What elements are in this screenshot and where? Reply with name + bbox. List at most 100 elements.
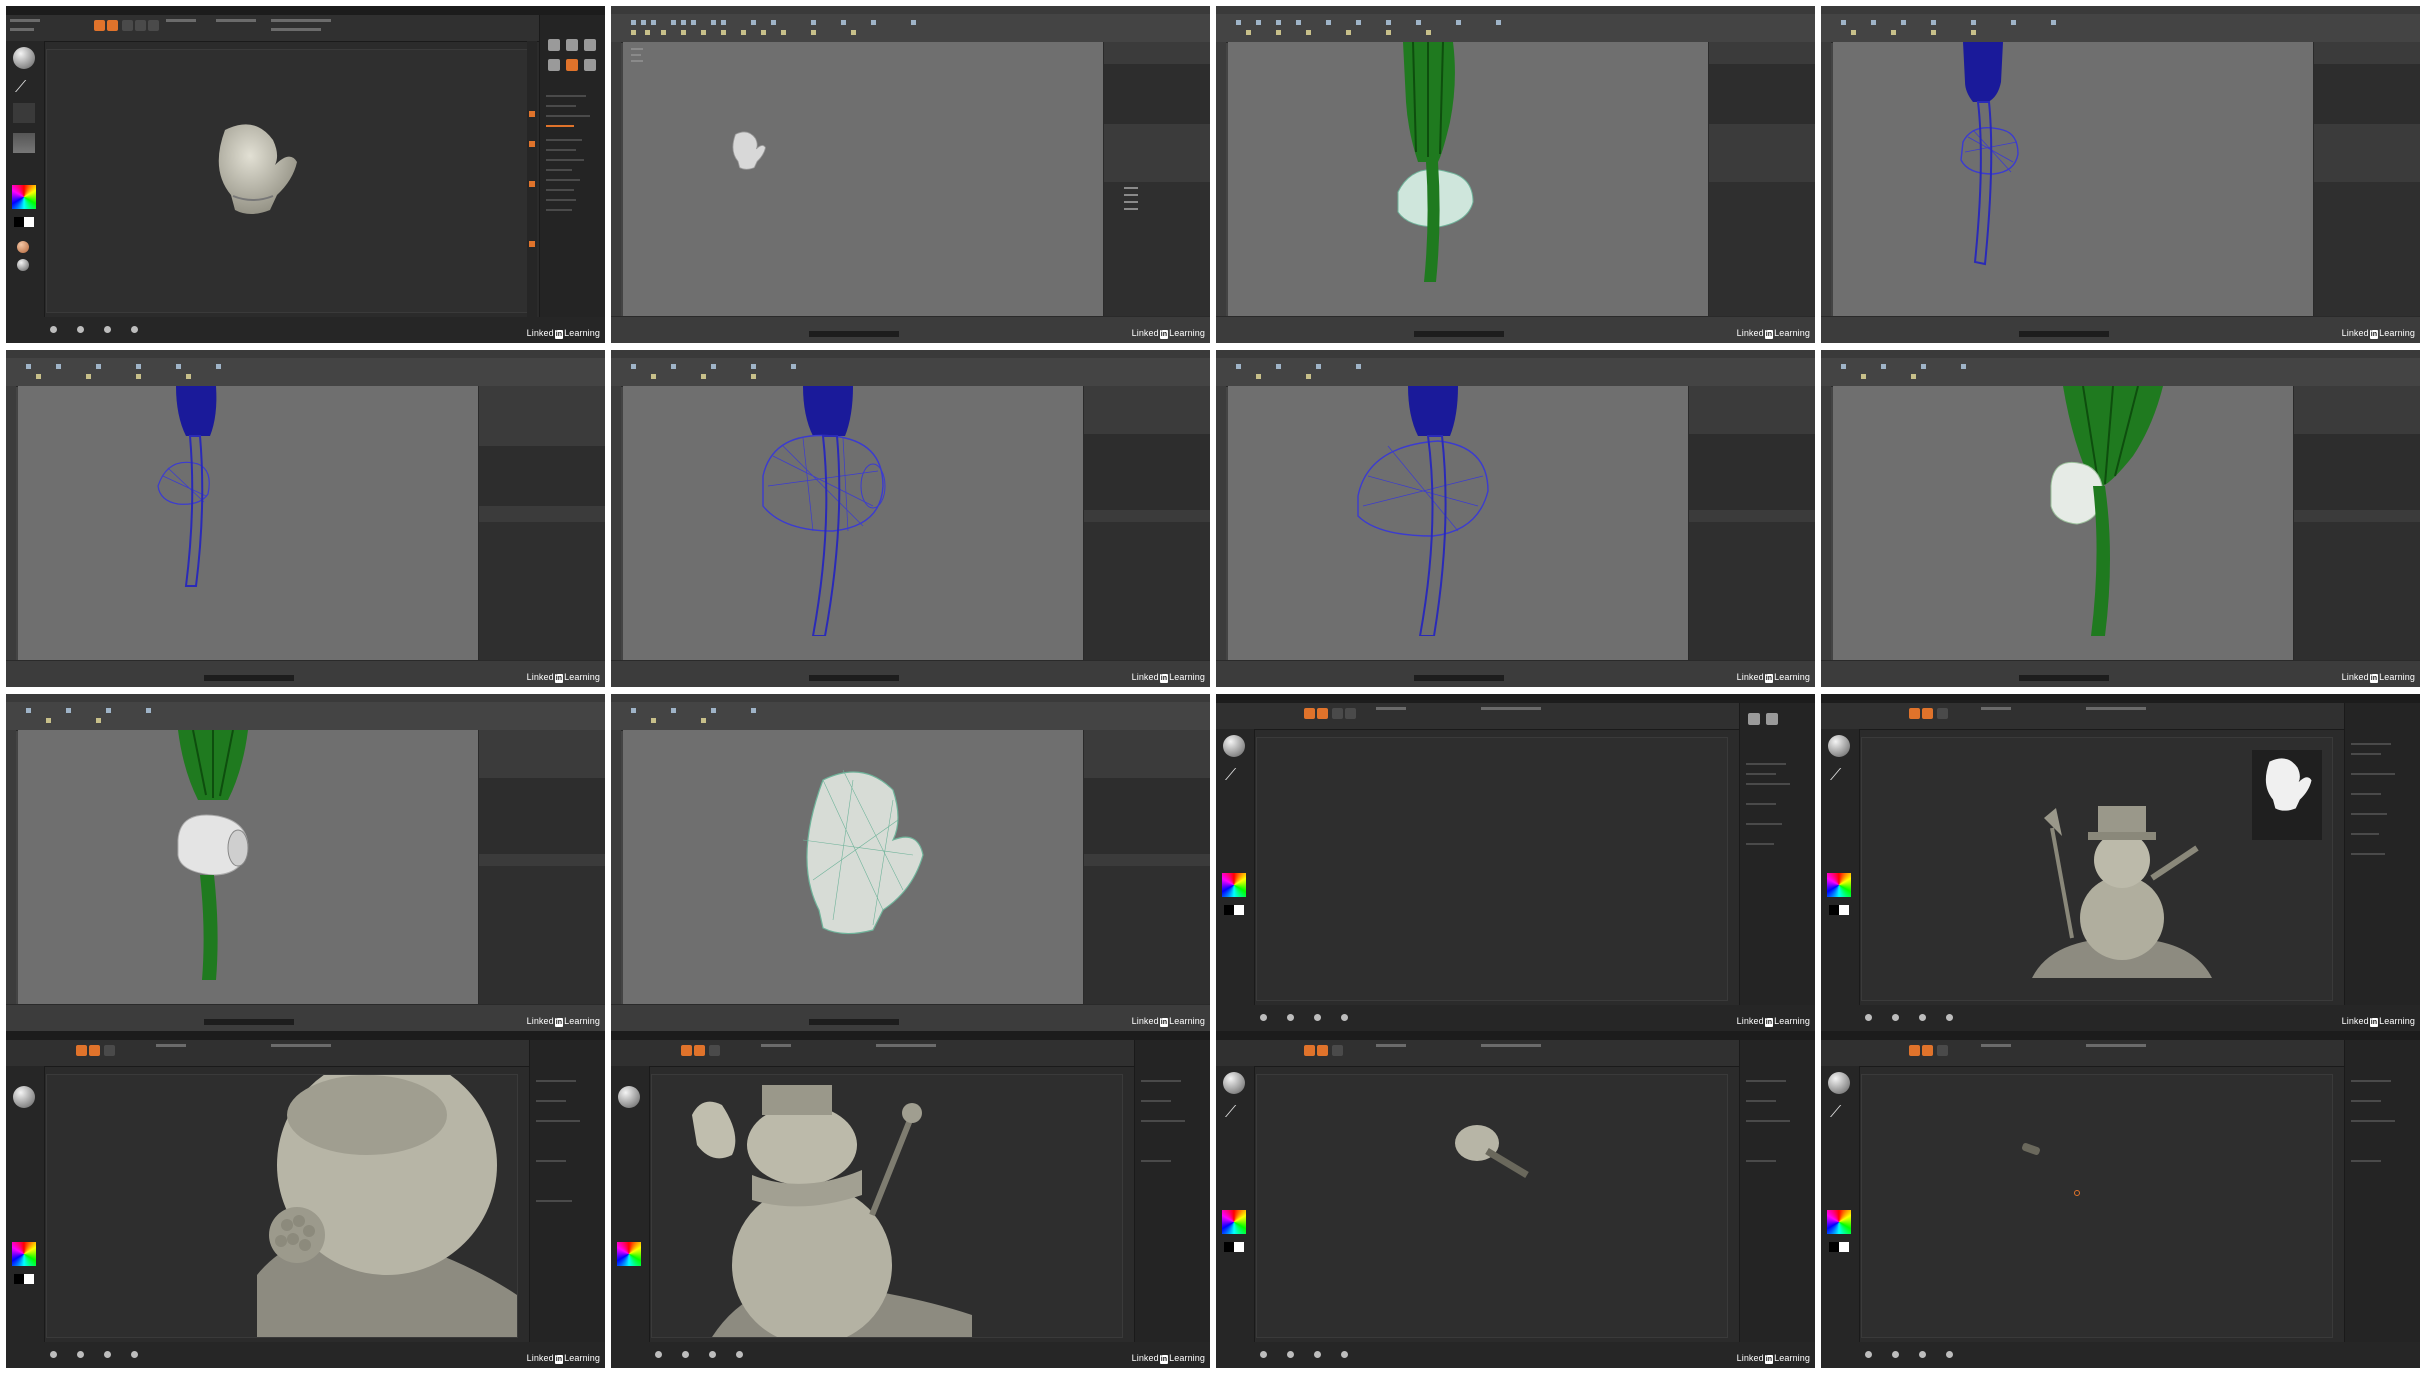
frame-6-maya[interactable]: Linked in Learning: [611, 350, 1210, 687]
maya-shelf[interactable]: [1216, 14, 1815, 43]
zbrush-left-tray[interactable]: ⟋: [1216, 729, 1255, 1031]
zbrush-left-tray[interactable]: ⟋: [1216, 1066, 1255, 1368]
maya-timeline[interactable]: [6, 1004, 605, 1031]
zbrush-toolbar[interactable]: [1821, 703, 2420, 730]
frame-14-zbrush[interactable]: Linked in Learning: [611, 1031, 1210, 1368]
color-picker[interactable]: [1827, 873, 1851, 897]
maya-viewport[interactable]: [1228, 386, 1688, 661]
maya-timeline[interactable]: [611, 1004, 1210, 1031]
zbrush-menubar[interactable]: [6, 6, 605, 15]
maya-attribute-editor[interactable]: [1083, 386, 1210, 661]
color-picker[interactable]: [12, 1242, 36, 1266]
frame-10-maya[interactable]: Linked in Learning: [611, 694, 1210, 1031]
maya-menubar[interactable]: [1216, 350, 1815, 358]
maya-viewport[interactable]: [623, 42, 1103, 317]
color-picker[interactable]: [617, 1242, 641, 1266]
zbrush-bottom-bar[interactable]: [1216, 1005, 1815, 1031]
maya-timeline[interactable]: [1821, 660, 2420, 687]
zbrush-canvas[interactable]: [46, 1074, 518, 1338]
maya-attribute-editor[interactable]: [1083, 730, 1210, 1005]
frame-7-maya[interactable]: Linked in Learning: [1216, 350, 1815, 687]
zbrush-left-tray[interactable]: [611, 1066, 650, 1368]
maya-menubar[interactable]: [611, 694, 1210, 702]
maya-menubar[interactable]: [6, 694, 605, 702]
maya-toolbox[interactable]: [6, 386, 16, 661]
maya-menubar[interactable]: [6, 350, 605, 358]
zbrush-left-tray[interactable]: ⟋: [1821, 729, 1860, 1031]
zbrush-tool-panel[interactable]: [1739, 1040, 1815, 1368]
zbrush-left-tray[interactable]: ⟋: [1821, 1066, 1860, 1368]
maya-menubar[interactable]: [1821, 350, 2420, 358]
maya-shelf[interactable]: [611, 14, 1210, 43]
maya-menubar[interactable]: [611, 6, 1210, 14]
maya-toolbox[interactable]: [611, 730, 621, 1005]
maya-viewport[interactable]: [1228, 42, 1708, 317]
frame-13-zbrush[interactable]: Linked in Learning: [6, 1031, 605, 1368]
zbrush-toolbar[interactable]: [1821, 1040, 2420, 1067]
maya-shelf[interactable]: [611, 702, 1210, 731]
zbrush-tool-panel[interactable]: [2344, 1040, 2420, 1368]
zbrush-left-tray[interactable]: [6, 1066, 45, 1368]
maya-viewport[interactable]: [1833, 386, 2293, 661]
maya-viewport[interactable]: [18, 730, 478, 1005]
zbrush-toolbar[interactable]: [1216, 1040, 1815, 1067]
frame-15-zbrush[interactable]: ⟋ Linked in Learning: [1216, 1031, 1815, 1368]
zbrush-menubar[interactable]: [1216, 1031, 1815, 1040]
frame-16-zbrush[interactable]: ⟋: [1821, 1031, 2420, 1368]
maya-viewport[interactable]: [623, 730, 1083, 1005]
maya-toolbox[interactable]: [611, 42, 621, 317]
maya-timeline[interactable]: [1821, 316, 2420, 343]
maya-viewport[interactable]: [623, 386, 1083, 661]
zbrush-tool-panel[interactable]: [2344, 703, 2420, 1031]
frame-2-maya[interactable]: Linked in Learning: [611, 6, 1210, 343]
zbrush-canvas[interactable]: [1256, 737, 1728, 1001]
brush-icon[interactable]: ⟋: [1830, 1104, 1841, 1122]
brush-icon[interactable]: ⟋: [1225, 767, 1236, 785]
zbrush-bottom-bar[interactable]: [1216, 1342, 1815, 1368]
maya-timeline[interactable]: [611, 660, 1210, 687]
color-picker[interactable]: [12, 185, 36, 209]
maya-toolbox[interactable]: [6, 730, 16, 1005]
brush-icon[interactable]: ⟋: [1830, 767, 1841, 785]
frame-4-maya[interactable]: Linked in Learning: [1821, 6, 2420, 343]
zbrush-bottom-bar[interactable]: [6, 1342, 605, 1368]
maya-shelf[interactable]: [1821, 358, 2420, 387]
zbrush-toolbar[interactable]: [611, 1040, 1210, 1067]
frame-8-maya[interactable]: Linked in Learning: [1821, 350, 2420, 687]
zbrush-canvas[interactable]: [651, 1074, 1123, 1338]
zbrush-canvas[interactable]: [1861, 1074, 2333, 1338]
zbrush-right-dock[interactable]: [527, 41, 537, 343]
zbrush-tool-panel[interactable]: [1739, 703, 1815, 1031]
mitten-thumbnail[interactable]: [2252, 750, 2322, 840]
brush-icon[interactable]: ⟋: [15, 79, 26, 97]
frame-9-maya[interactable]: Linked in Learning: [6, 694, 605, 1031]
maya-attribute-editor[interactable]: [1688, 386, 1815, 661]
maya-menubar[interactable]: [1821, 6, 2420, 14]
maya-shelf[interactable]: [6, 358, 605, 387]
zbrush-canvas[interactable]: [1256, 1074, 1728, 1338]
zbrush-menubar[interactable]: [1216, 694, 1815, 703]
zbrush-menubar[interactable]: [1821, 1031, 2420, 1040]
maya-timeline[interactable]: [6, 660, 605, 687]
color-picker[interactable]: [1222, 873, 1246, 897]
zbrush-tool-panel[interactable]: [539, 15, 605, 343]
maya-shelf[interactable]: [1821, 14, 2420, 43]
frame-11-zbrush[interactable]: ⟋ Linked in Learning: [1216, 694, 1815, 1031]
color-picker[interactable]: [1222, 1210, 1246, 1234]
zbrush-toolbar[interactable]: [6, 15, 605, 42]
maya-viewport[interactable]: [18, 386, 478, 661]
maya-attribute-editor[interactable]: [2313, 42, 2420, 317]
maya-viewport[interactable]: [1833, 42, 2313, 317]
zbrush-bottom-bar[interactable]: [1821, 1005, 2420, 1031]
maya-toolbox[interactable]: [1821, 386, 1831, 661]
zbrush-menubar[interactable]: [611, 1031, 1210, 1040]
frame-1-zbrush[interactable]: ⟋ Linked in Learning: [6, 6, 605, 343]
zbrush-bottom-bar[interactable]: [1821, 1342, 2420, 1368]
frame-3-maya[interactable]: Linked in Learning: [1216, 6, 1815, 343]
zbrush-bottom-bar[interactable]: [611, 1342, 1210, 1368]
zbrush-toolbar[interactable]: [1216, 703, 1815, 730]
zbrush-toolbar[interactable]: [6, 1040, 605, 1067]
maya-toolbox[interactable]: [1821, 42, 1831, 317]
maya-timeline[interactable]: [611, 316, 1210, 343]
maya-shelf[interactable]: [611, 358, 1210, 387]
